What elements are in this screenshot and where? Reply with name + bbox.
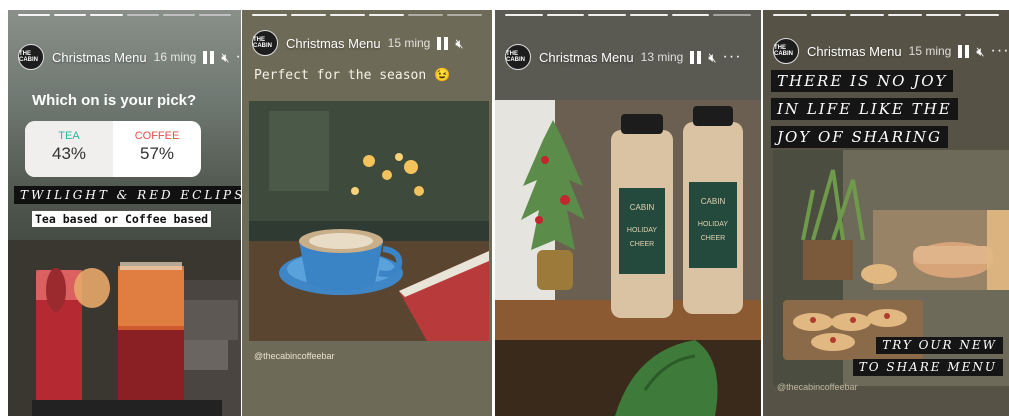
mute-icon[interactable]: 🔇︎: [455, 37, 463, 50]
pause-icon[interactable]: [690, 50, 702, 64]
more-icon[interactable]: ···: [236, 48, 241, 66]
avatar[interactable]: THE CABIN: [505, 44, 531, 70]
story-time: 15 ming: [908, 44, 952, 58]
quote-line-3: JOY OF SHARING: [771, 126, 948, 148]
poll-sticker: TEA 43% COFFEE 57%: [25, 121, 201, 177]
story-progress-bar: [773, 14, 999, 16]
story-time: 13 ming: [640, 50, 684, 64]
poll-option-coffee[interactable]: COFFEE 57%: [113, 121, 201, 177]
avatar[interactable]: THE CABIN: [773, 38, 799, 64]
holiday-cheer-photo: CABIN HOLIDAY CHEER CABIN HOLIDAY CHEER: [495, 10, 761, 416]
pause-icon[interactable]: [958, 44, 970, 58]
pause-icon[interactable]: [203, 50, 215, 64]
svg-text:HOLIDAY: HOLIDAY: [698, 221, 729, 228]
cta-line-1: TRY OUR NEW: [876, 337, 1003, 354]
story-panel-1[interactable]: THE CABIN Christmas Menu 16 ming 🔇︎ ··· …: [8, 10, 241, 416]
cta-line-2: TO SHARE MENU: [852, 359, 1003, 376]
poll-option-percent: 57%: [139, 144, 175, 163]
mute-icon[interactable]: 🔇︎: [221, 51, 229, 64]
story-title[interactable]: Christmas Menu: [286, 36, 381, 51]
quote-line-2: IN LIFE LIKE THE: [771, 98, 958, 120]
svg-text:CHEER: CHEER: [701, 235, 726, 242]
poll-option-tea[interactable]: TEA 43%: [25, 121, 113, 177]
svg-text:CABIN: CABIN: [701, 197, 726, 206]
story-panel-3[interactable]: CABIN HOLIDAY CHEER CABIN HOLIDAY CHEER …: [495, 10, 761, 416]
story-title[interactable]: Christmas Menu: [52, 50, 147, 65]
story-progress-bar: [505, 14, 752, 16]
poll-question: Which on is your pick?: [32, 92, 197, 109]
story-header: THE CABIN Christmas Menu 15 ming 🔇︎ ···: [773, 38, 1009, 64]
story-header: THE CABIN Christmas Menu 15 ming 🔇︎: [252, 30, 486, 56]
story-caption: Perfect for the season 😉: [254, 68, 451, 83]
quote-line-1: THERE IS NO JOY: [771, 70, 954, 92]
poll-option-label: COFFEE: [134, 130, 180, 142]
poll-option-percent: 43%: [51, 144, 87, 163]
story-header: THE CABIN Christmas Menu 16 ming 🔇︎ ···: [18, 44, 241, 70]
drinks-photo: [8, 240, 241, 416]
svg-text:CABIN: CABIN: [630, 203, 655, 212]
more-icon[interactable]: ···: [991, 42, 1009, 60]
mute-icon[interactable]: 🔇︎: [976, 45, 984, 58]
pause-icon[interactable]: [437, 36, 449, 50]
story-title[interactable]: Christmas Menu: [539, 50, 634, 65]
story-panel-4[interactable]: THE CABIN Christmas Menu 15 ming 🔇︎ ··· …: [763, 10, 1009, 416]
poll-option-label: TEA: [58, 130, 80, 142]
avatar[interactable]: THE CABIN: [252, 30, 278, 56]
story-title[interactable]: Christmas Menu: [807, 44, 902, 59]
svg-text:CHEER: CHEER: [630, 241, 655, 248]
mute-icon[interactable]: 🔇︎: [708, 51, 716, 64]
story-time: 16 ming: [153, 50, 197, 64]
story-header: THE CABIN Christmas Menu 13 ming 🔇︎ ···: [505, 44, 755, 70]
avatar[interactable]: THE CABIN: [18, 44, 44, 70]
drink-subtitle: Tea based or Coffee based: [32, 211, 212, 227]
story-time: 15 ming: [387, 36, 431, 50]
story-panel-2[interactable]: THE CABIN Christmas Menu 15 ming 🔇︎ Perf…: [242, 10, 492, 416]
story-handle: @thecabincoffeebar: [254, 351, 335, 361]
story-handle: @thecabincoffeebar: [777, 382, 858, 392]
drink-name-banner: TWILIGHT & RED ECLIPSE: [14, 186, 241, 204]
svg-text:HOLIDAY: HOLIDAY: [627, 227, 658, 234]
story-progress-bar: [252, 14, 482, 16]
latte-photo: [249, 101, 489, 341]
story-progress-bar: [18, 14, 232, 16]
more-icon[interactable]: ···: [723, 48, 742, 66]
